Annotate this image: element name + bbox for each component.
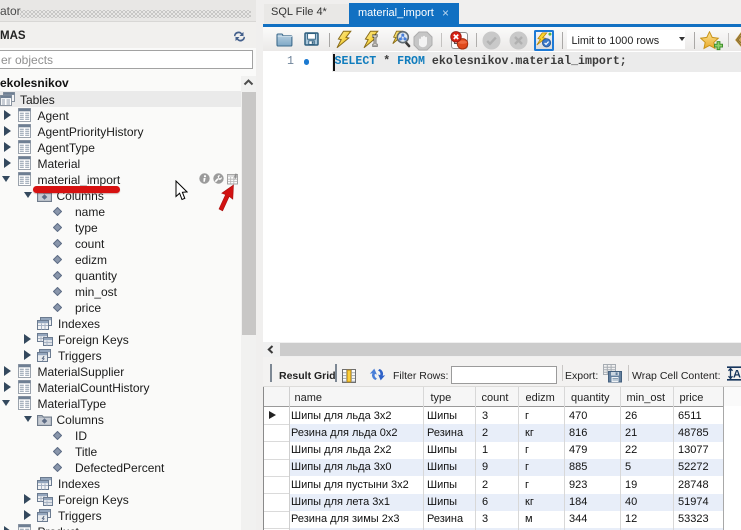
svg-text:A: A	[733, 369, 741, 381]
